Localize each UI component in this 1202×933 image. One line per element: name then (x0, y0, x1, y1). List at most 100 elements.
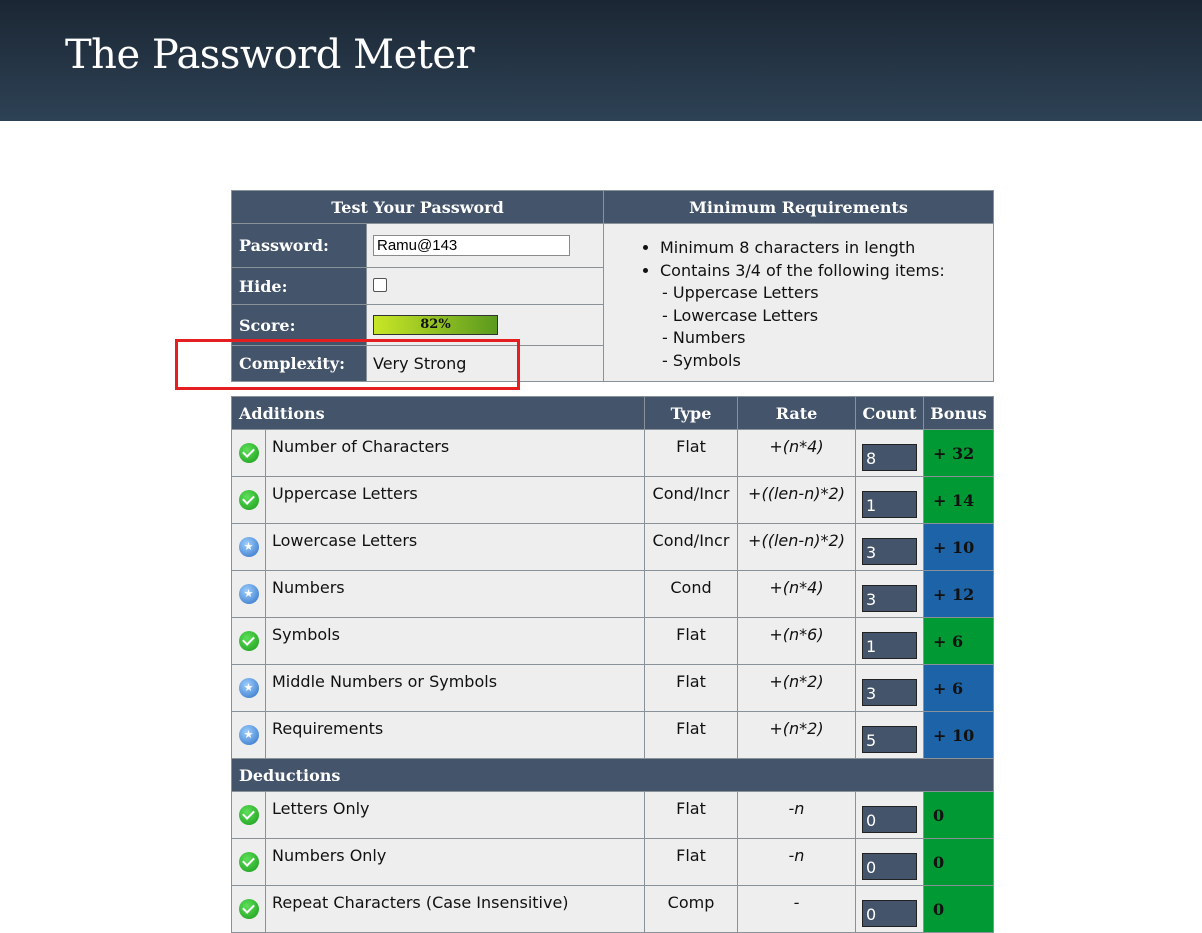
bonus-value: 0 (923, 838, 994, 886)
check-icon (238, 442, 259, 463)
criteria-type: Flat (644, 838, 738, 886)
count-field: 5 (862, 725, 917, 753)
table-row: Letters Only Flat -n 0 0 (231, 791, 994, 839)
count-cell: 0 (855, 838, 924, 886)
hide-label: Hide: (231, 267, 367, 305)
bonus-value: + 32 (923, 429, 994, 477)
table-row: RequirementsFlat+(n*2)5+ 10 (231, 711, 994, 759)
check-icon (238, 630, 259, 651)
password-cell (366, 223, 604, 268)
bonus-value: 0 (923, 885, 994, 933)
criteria-type: Cond/Incr (644, 523, 738, 571)
bonus-value: 0 (923, 791, 994, 839)
star-icon (238, 536, 259, 557)
bonus-value: + 10 (923, 711, 994, 759)
table-row: Number of Characters Flat +(n*4) 8 + 32 (231, 429, 994, 477)
criteria-name: Numbers (265, 570, 645, 618)
status-cell (231, 476, 266, 524)
table-row: Repeat Characters (Case Insensitive) Comp… (231, 885, 994, 933)
requirement-item: Minimum 8 characters in length (660, 237, 993, 260)
count-field: 1 (862, 631, 917, 659)
criteria-rate: -n (737, 838, 856, 886)
criteria-name: Uppercase Letters (265, 476, 645, 524)
status-cell (231, 617, 266, 665)
count-cell: 5 (855, 711, 924, 759)
criteria-name: Repeat Characters (Case Insensitive) (265, 885, 645, 933)
hide-checkbox[interactable] (373, 277, 387, 292)
count-field: 0 (862, 899, 917, 927)
count-field: 1 (862, 490, 917, 518)
requirement-sub-item: - Lowercase Letters (662, 305, 819, 325)
table-row: NumbersCond+(n*4)3+ 12 (231, 570, 994, 618)
status-cell (231, 523, 266, 571)
requirement-sub-item: - Numbers (662, 328, 746, 347)
count-cell: 3 (855, 664, 924, 712)
star-icon (238, 583, 259, 604)
test-password-heading: Test Your Password (231, 190, 604, 224)
bonus-value: + 12 (923, 570, 994, 618)
criteria-type: Flat (644, 429, 738, 477)
criteria-rate: +((len-n)*2) (737, 476, 856, 524)
criteria-type: Cond/Incr (644, 476, 738, 524)
count-field: 3 (862, 537, 917, 565)
status-cell (231, 570, 266, 618)
count-field: 0 (862, 852, 917, 880)
requirement-item: Contains 3/4 of the following items: (660, 260, 993, 283)
count-field: 3 (862, 584, 917, 612)
criteria-rate: +(n*4) (737, 429, 856, 477)
bonus-heading: Bonus (923, 396, 994, 430)
requirements-list: Minimum 8 characters in length Contains … (604, 237, 993, 372)
criteria-type: Flat (644, 664, 738, 712)
check-icon (238, 851, 259, 872)
bonus-value: + 6 (923, 617, 994, 665)
check-icon (238, 898, 259, 919)
criteria-rate: +(n*6) (737, 617, 856, 665)
criteria-name: Letters Only (265, 791, 645, 839)
star-icon (238, 677, 259, 698)
count-cell: 1 (855, 476, 924, 524)
deductions-heading: Deductions (231, 758, 994, 792)
requirement-sub-item: - Symbols (662, 350, 741, 370)
site-header: The Password Meter (0, 0, 1202, 121)
criteria-rate: +(n*4) (737, 570, 856, 618)
count-field: 3 (862, 678, 917, 706)
bonus-value: + 6 (923, 664, 994, 712)
password-input[interactable] (373, 235, 570, 256)
requirement-sub-item: - Uppercase Letters (662, 283, 819, 302)
bonus-value: + 14 (923, 476, 994, 524)
criteria-type: Flat (644, 617, 738, 665)
count-field: 0 (862, 805, 917, 833)
bonus-value: + 10 (923, 523, 994, 571)
highlight-annotation-box (175, 339, 520, 390)
hide-cell (366, 267, 604, 305)
criteria-type: Comp (644, 885, 738, 933)
score-bar: 82% (373, 315, 498, 335)
table-row: Middle Numbers or SymbolsFlat+(n*2)3+ 6 (231, 664, 994, 712)
criteria-name: Numbers Only (265, 838, 645, 886)
requirements-heading: Minimum Requirements (603, 190, 994, 224)
criteria-rate: +(n*2) (737, 711, 856, 759)
table-row: Numbers Only Flat -n 0 0 (231, 838, 994, 886)
requirements-panel: Minimum 8 characters in length Contains … (603, 223, 994, 382)
status-cell (231, 664, 266, 712)
count-heading: Count (855, 396, 924, 430)
count-field: 8 (862, 443, 917, 471)
count-cell: 3 (855, 523, 924, 571)
criteria-name: Number of Characters (265, 429, 645, 477)
count-cell: 1 (855, 617, 924, 665)
criteria-name: Lowercase Letters (265, 523, 645, 571)
criteria-rate: -n (737, 791, 856, 839)
status-cell (231, 429, 266, 477)
status-cell (231, 711, 266, 759)
rate-heading: Rate (737, 396, 856, 430)
status-cell (231, 838, 266, 886)
criteria-rate: +((len-n)*2) (737, 523, 856, 571)
star-icon (238, 724, 259, 745)
status-cell (231, 885, 266, 933)
table-row: Lowercase LettersCond/Incr+((len-n)*2)3+… (231, 523, 994, 571)
score-breakdown-table: Additions Type Rate Count Bonus Number o… (231, 396, 994, 933)
password-label: Password: (231, 223, 367, 268)
status-cell (231, 791, 266, 839)
criteria-type: Flat (644, 711, 738, 759)
criteria-rate: - (737, 885, 856, 933)
